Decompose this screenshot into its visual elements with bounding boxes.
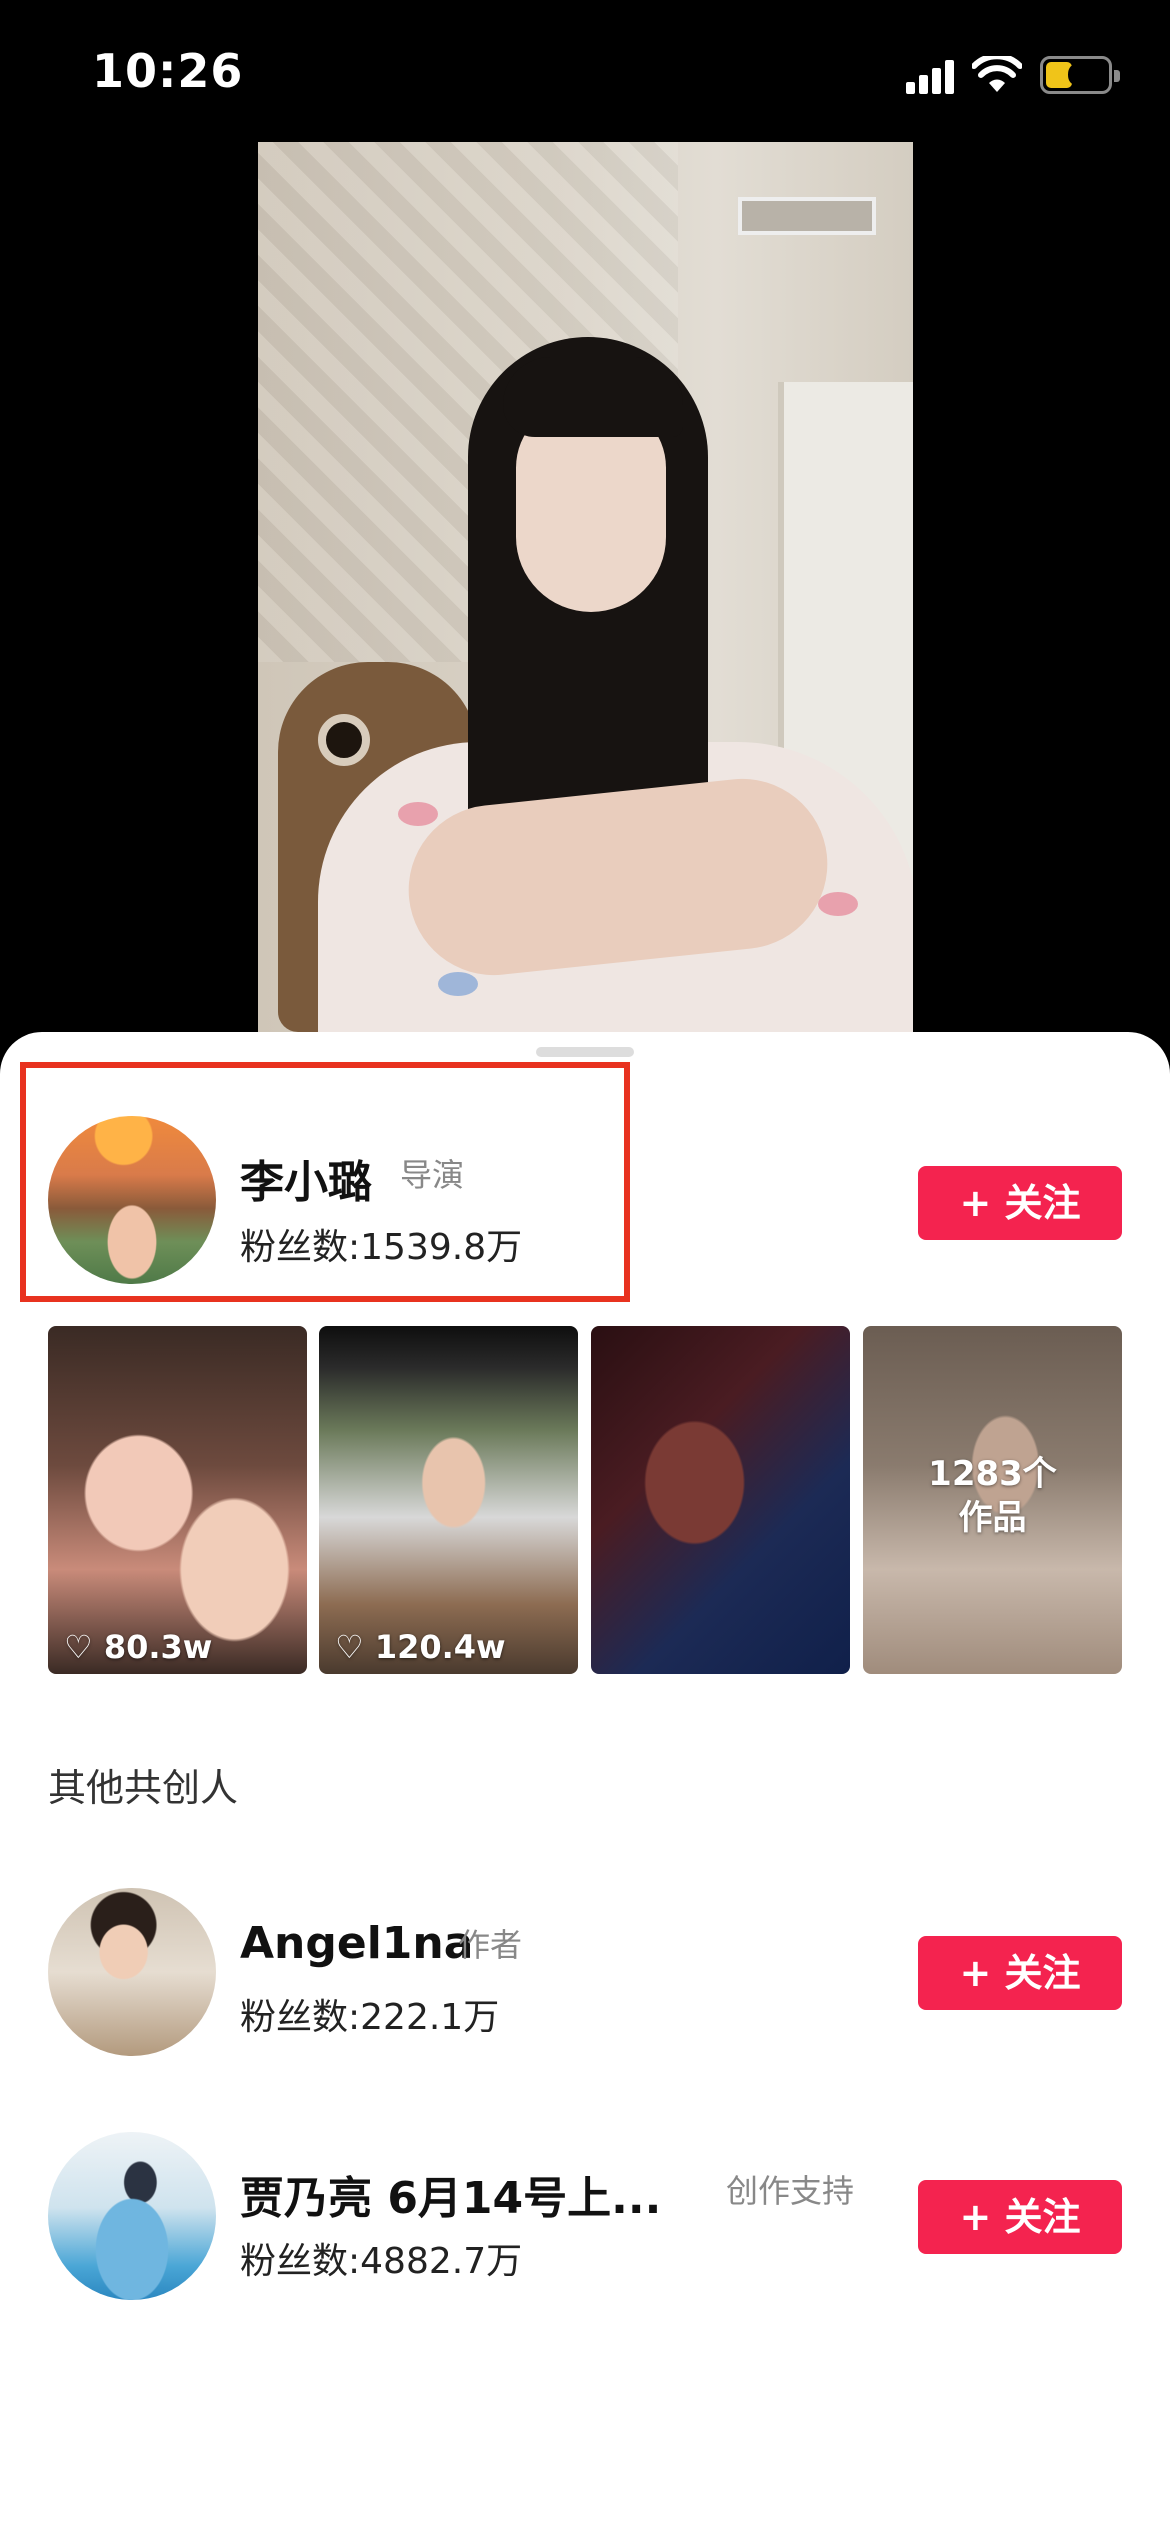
cocreator-avatar[interactable] (48, 2132, 216, 2300)
cocreator-fans: 粉丝数:222.1万 (240, 1997, 500, 2038)
work-likes: ♡ 80.3w (64, 1628, 213, 1666)
follow-button[interactable]: + 关注 (918, 1166, 1122, 1240)
status-bar: 10:26 6 (0, 0, 1170, 140)
battery-icon: 6 (1040, 56, 1120, 94)
work-thumbnail-more[interactable]: 1283个 作品 (863, 1326, 1122, 1674)
work-likes: ♡ 120.4w (335, 1628, 506, 1666)
cocreator-name[interactable]: Angel1na (240, 1918, 473, 1969)
battery-level-text: 6 (1066, 58, 1086, 91)
cocreator-role: 创作支持 (726, 2172, 855, 2210)
follow-button[interactable]: + 关注 (918, 2180, 1122, 2254)
works-strip: ♡ 80.3w ♡ 120.4w 1283个 作品 (48, 1326, 1122, 1674)
author-fans: 粉丝数:1539.8万 (240, 1227, 523, 1268)
work-thumbnail[interactable]: ♡ 80.3w (48, 1326, 307, 1674)
works-count[interactable]: 1283个 作品 (863, 1452, 1122, 1540)
cellular-signal-icon (906, 60, 954, 94)
cocreators-title: 其他共创人 (48, 1766, 239, 1810)
video-preview[interactable] (258, 142, 913, 1032)
status-time: 10:26 (92, 44, 244, 98)
work-thumbnail[interactable] (591, 1326, 850, 1674)
cocreator-name[interactable]: 贾乃亮 6月14号上... (240, 2162, 661, 2226)
author-avatar[interactable] (48, 1116, 216, 1284)
main-author-row: 李小璐 导演 粉丝数:1539.8万 + 关注 (0, 1032, 1170, 1322)
cocreator-role: 作者 (458, 1926, 523, 1964)
cocreator-avatar[interactable] (48, 1888, 216, 2056)
creator-sheet: 李小璐 导演 粉丝数:1539.8万 + 关注 ♡ 80.3w ♡ 120.4w… (0, 1032, 1170, 2532)
cocreator-fans: 粉丝数:4882.7万 (240, 2241, 523, 2282)
follow-button[interactable]: + 关注 (918, 1936, 1122, 2010)
author-role: 导演 (400, 1156, 465, 1194)
author-name[interactable]: 李小璐 (240, 1146, 372, 1210)
work-thumbnail[interactable]: ♡ 120.4w (319, 1326, 578, 1674)
wifi-icon (972, 56, 1022, 92)
